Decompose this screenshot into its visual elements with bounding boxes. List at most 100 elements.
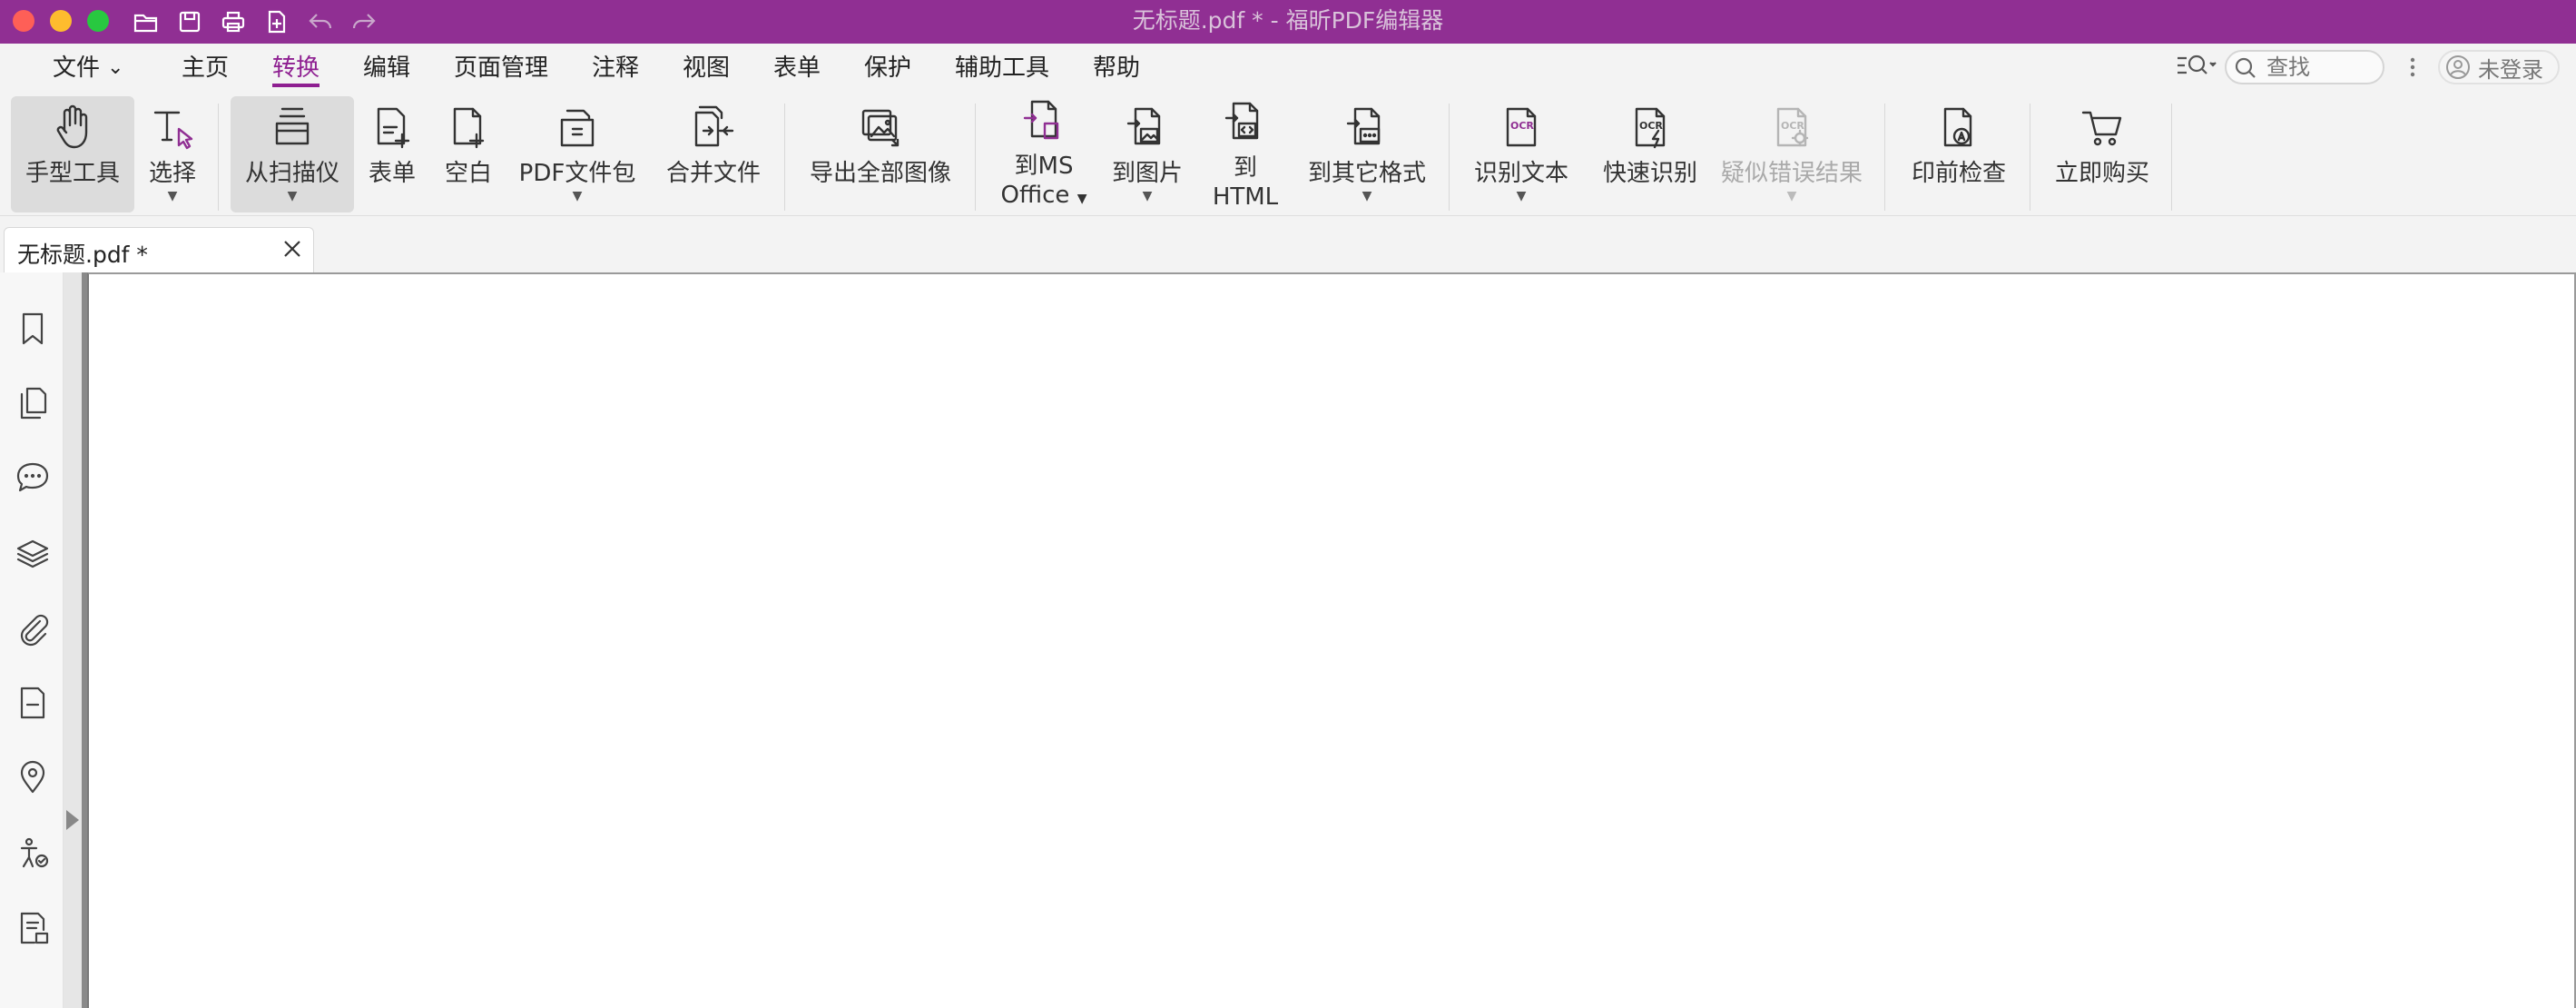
menu-view[interactable]: 视图 bbox=[683, 49, 730, 87]
preflight-icon bbox=[1943, 107, 1972, 147]
open-folder-icon[interactable] bbox=[129, 5, 163, 38]
login-label: 未登录 bbox=[2478, 56, 2543, 83]
recognize-text-dropdown-icon: ▼ bbox=[1516, 189, 1527, 203]
menu-help[interactable]: 帮助 bbox=[1093, 49, 1140, 87]
to-other-formats-button[interactable]: 到其它格式 ▼ bbox=[1300, 96, 1434, 212]
quick-ocr-text: OCR bbox=[1639, 120, 1663, 132]
login-button[interactable]: 未登录 bbox=[2438, 50, 2560, 84]
pages-icon[interactable] bbox=[15, 385, 51, 421]
form-field-icon[interactable] bbox=[15, 685, 51, 721]
save-icon[interactable] bbox=[172, 5, 207, 38]
buy-now-button[interactable]: 立即购买 bbox=[2048, 96, 2157, 212]
search-input[interactable] bbox=[2266, 54, 2375, 80]
form-label: 表单 bbox=[368, 160, 416, 187]
to-office-icon bbox=[1023, 100, 1059, 140]
bookmark-icon[interactable] bbox=[15, 311, 51, 347]
menu-form[interactable]: 表单 bbox=[773, 49, 821, 87]
menu-page-management[interactable]: 页面管理 bbox=[454, 49, 548, 87]
window-controls bbox=[13, 10, 109, 32]
preflight-button[interactable]: 印前检查 bbox=[1906, 96, 2011, 212]
to-other-formats-dropdown-icon: ▼ bbox=[1362, 189, 1372, 203]
new-document-icon[interactable] bbox=[260, 5, 294, 38]
redo-icon[interactable] bbox=[347, 5, 381, 38]
to-image-button[interactable]: 到图片 ▼ bbox=[1104, 96, 1191, 212]
chevron-down-icon: ⌄ bbox=[107, 56, 124, 79]
minimize-window-button[interactable] bbox=[50, 10, 72, 32]
print-icon[interactable] bbox=[216, 5, 251, 38]
quick-recognize-label: 快速识别 bbox=[1602, 160, 1697, 187]
pdf-package-dropdown-icon: ▼ bbox=[572, 189, 583, 203]
quick-recognize-button[interactable]: OCR 快速识别 bbox=[1592, 96, 1708, 212]
pdf-package-button[interactable]: PDF文件包 ▼ bbox=[514, 96, 641, 212]
maximize-window-button[interactable] bbox=[87, 10, 109, 32]
export-all-images-button[interactable]: 导出全部图像 bbox=[799, 96, 962, 212]
suspect-ocr-icon: OCR bbox=[1776, 107, 1809, 147]
recognize-text-button[interactable]: OCR 识别文本 ▼ bbox=[1465, 96, 1578, 212]
to-ms-office-label-2-text: Office bbox=[1000, 182, 1070, 209]
form-button[interactable]: 表单 bbox=[363, 96, 421, 212]
from-scanner-button[interactable]: 从扫描仪 ▼ bbox=[231, 96, 354, 212]
suspect-results-label: 疑似错误结果 bbox=[1720, 160, 1863, 187]
content-icon[interactable] bbox=[15, 910, 51, 946]
hand-icon bbox=[56, 104, 88, 149]
to-ms-office-label-1: 到MS bbox=[1014, 153, 1074, 180]
merge-files-label: 合并文件 bbox=[665, 160, 761, 187]
undo-icon[interactable] bbox=[303, 5, 338, 38]
close-tab-icon[interactable] bbox=[280, 237, 304, 261]
layers-icon[interactable] bbox=[15, 536, 51, 572]
to-html-button[interactable]: 到 HTML bbox=[1205, 96, 1285, 212]
select-text-icon bbox=[153, 111, 193, 150]
panel-splitter[interactable] bbox=[64, 272, 87, 1008]
pdf-package-label: PDF文件包 bbox=[518, 160, 636, 187]
blank-label: 空白 bbox=[444, 160, 492, 187]
menu-home[interactable]: 主页 bbox=[182, 49, 229, 87]
expand-panel-icon[interactable] bbox=[66, 810, 79, 830]
search-field[interactable] bbox=[2225, 50, 2384, 84]
suspect-results-dropdown-icon: ▼ bbox=[1786, 189, 1797, 203]
buy-now-label: 立即购买 bbox=[2054, 160, 2149, 187]
search-options-icon bbox=[2178, 54, 2217, 74]
preflight-label: 印前检查 bbox=[1911, 160, 2006, 187]
to-ms-office-button[interactable]: 到MS Office ▼ bbox=[998, 96, 1089, 212]
blank-button[interactable]: 空白 bbox=[439, 96, 497, 212]
to-ms-office-dropdown-icon: ▼ bbox=[1077, 192, 1087, 206]
to-html-label-2: HTML bbox=[1212, 183, 1279, 211]
more-options-icon[interactable] bbox=[2404, 49, 2422, 85]
location-icon[interactable] bbox=[15, 759, 51, 796]
ribbon-separator bbox=[784, 104, 785, 211]
close-window-button[interactable] bbox=[13, 10, 34, 32]
suspect-results-button[interactable]: OCR 疑似错误结果 ▼ bbox=[1717, 96, 1866, 212]
window-title: 无标题.pdf * - 福昕PDF编辑器 bbox=[1132, 7, 1444, 34]
comments-icon[interactable] bbox=[15, 460, 51, 496]
export-all-images-label: 导出全部图像 bbox=[809, 160, 951, 187]
ribbon-separator bbox=[2171, 104, 2172, 211]
menu-convert[interactable]: 转换 bbox=[272, 49, 320, 87]
document-view[interactable] bbox=[87, 272, 2576, 1008]
user-avatar-icon bbox=[2446, 55, 2470, 79]
export-images-icon bbox=[861, 109, 900, 147]
menu-protect[interactable]: 保护 bbox=[864, 49, 911, 87]
menu-accessibility-tools[interactable]: 辅助工具 bbox=[955, 49, 1049, 87]
menu-edit[interactable]: 编辑 bbox=[363, 49, 410, 87]
quick-ocr-icon: OCR bbox=[1635, 107, 1666, 149]
ocr-text: OCR bbox=[1510, 120, 1534, 132]
hand-tool-label: 手型工具 bbox=[25, 160, 120, 187]
ribbon-separator bbox=[975, 104, 976, 211]
ocr-icon: OCR bbox=[1506, 107, 1537, 147]
document-tab-strip: 无标题.pdf * bbox=[0, 216, 2576, 272]
menu-file[interactable]: 文件 ⌄ bbox=[53, 49, 123, 87]
ribbon-separator bbox=[218, 104, 219, 211]
new-form-icon bbox=[377, 107, 410, 149]
to-image-label: 到图片 bbox=[1111, 160, 1183, 187]
accessibility-icon[interactable] bbox=[15, 835, 51, 872]
suspect-ocr-text: OCR bbox=[1781, 120, 1804, 132]
document-tab[interactable]: 无标题.pdf * bbox=[4, 227, 314, 272]
select-button[interactable]: 选择 ▼ bbox=[142, 96, 203, 212]
pdf-package-icon bbox=[560, 109, 595, 147]
menu-comment[interactable]: 注释 bbox=[592, 49, 639, 87]
to-other-formats-label: 到其它格式 bbox=[1307, 160, 1426, 187]
hand-tool-button[interactable]: 手型工具 bbox=[11, 96, 134, 212]
search-mode-button[interactable] bbox=[2174, 47, 2219, 84]
attachment-icon[interactable] bbox=[15, 610, 51, 647]
merge-files-button[interactable]: 合并文件 bbox=[659, 96, 768, 212]
